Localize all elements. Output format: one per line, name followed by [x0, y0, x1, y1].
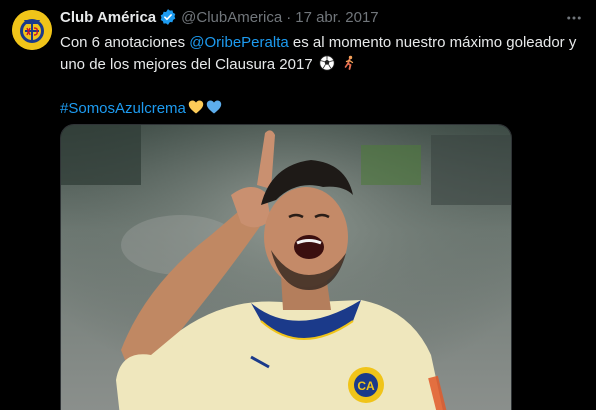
user-handle[interactable]: @ClubAmerica	[181, 9, 282, 26]
mention-link[interactable]: @OribePeralta	[189, 34, 288, 51]
tweet-text: Con 6 anotaciones @OribePeralta es al mo…	[60, 32, 584, 120]
timestamp[interactable]: 17 abr. 2017	[295, 9, 378, 26]
blue-heart-icon	[206, 99, 222, 115]
soccer-ball-icon	[319, 55, 335, 71]
tweet-card[interactable]: Club América @ClubAmerica · 17 abr. 2017…	[0, 0, 596, 410]
avatar[interactable]	[12, 10, 52, 50]
club-america-crest-icon	[12, 10, 52, 50]
running-person-icon	[341, 55, 357, 71]
more-options-icon	[567, 16, 581, 20]
tweet-header: Club América @ClubAmerica · 17 abr. 2017	[60, 6, 584, 28]
display-name[interactable]: Club América	[60, 9, 156, 26]
tweet-text-part1: Con 6 anotaciones	[60, 34, 190, 51]
more-options-button[interactable]	[564, 8, 584, 28]
verified-badge-icon	[159, 8, 177, 26]
player-celebration-photo: CA	[61, 125, 511, 410]
hashtag-link[interactable]: #SomosAzulcrema	[60, 100, 186, 117]
separator-dot: ·	[286, 8, 292, 26]
tweet-photo[interactable]: CA	[60, 124, 512, 410]
tweet-content: Club América @ClubAmerica · 17 abr. 2017…	[60, 6, 584, 120]
svg-text:CA: CA	[357, 379, 375, 393]
yellow-heart-icon	[188, 99, 204, 115]
